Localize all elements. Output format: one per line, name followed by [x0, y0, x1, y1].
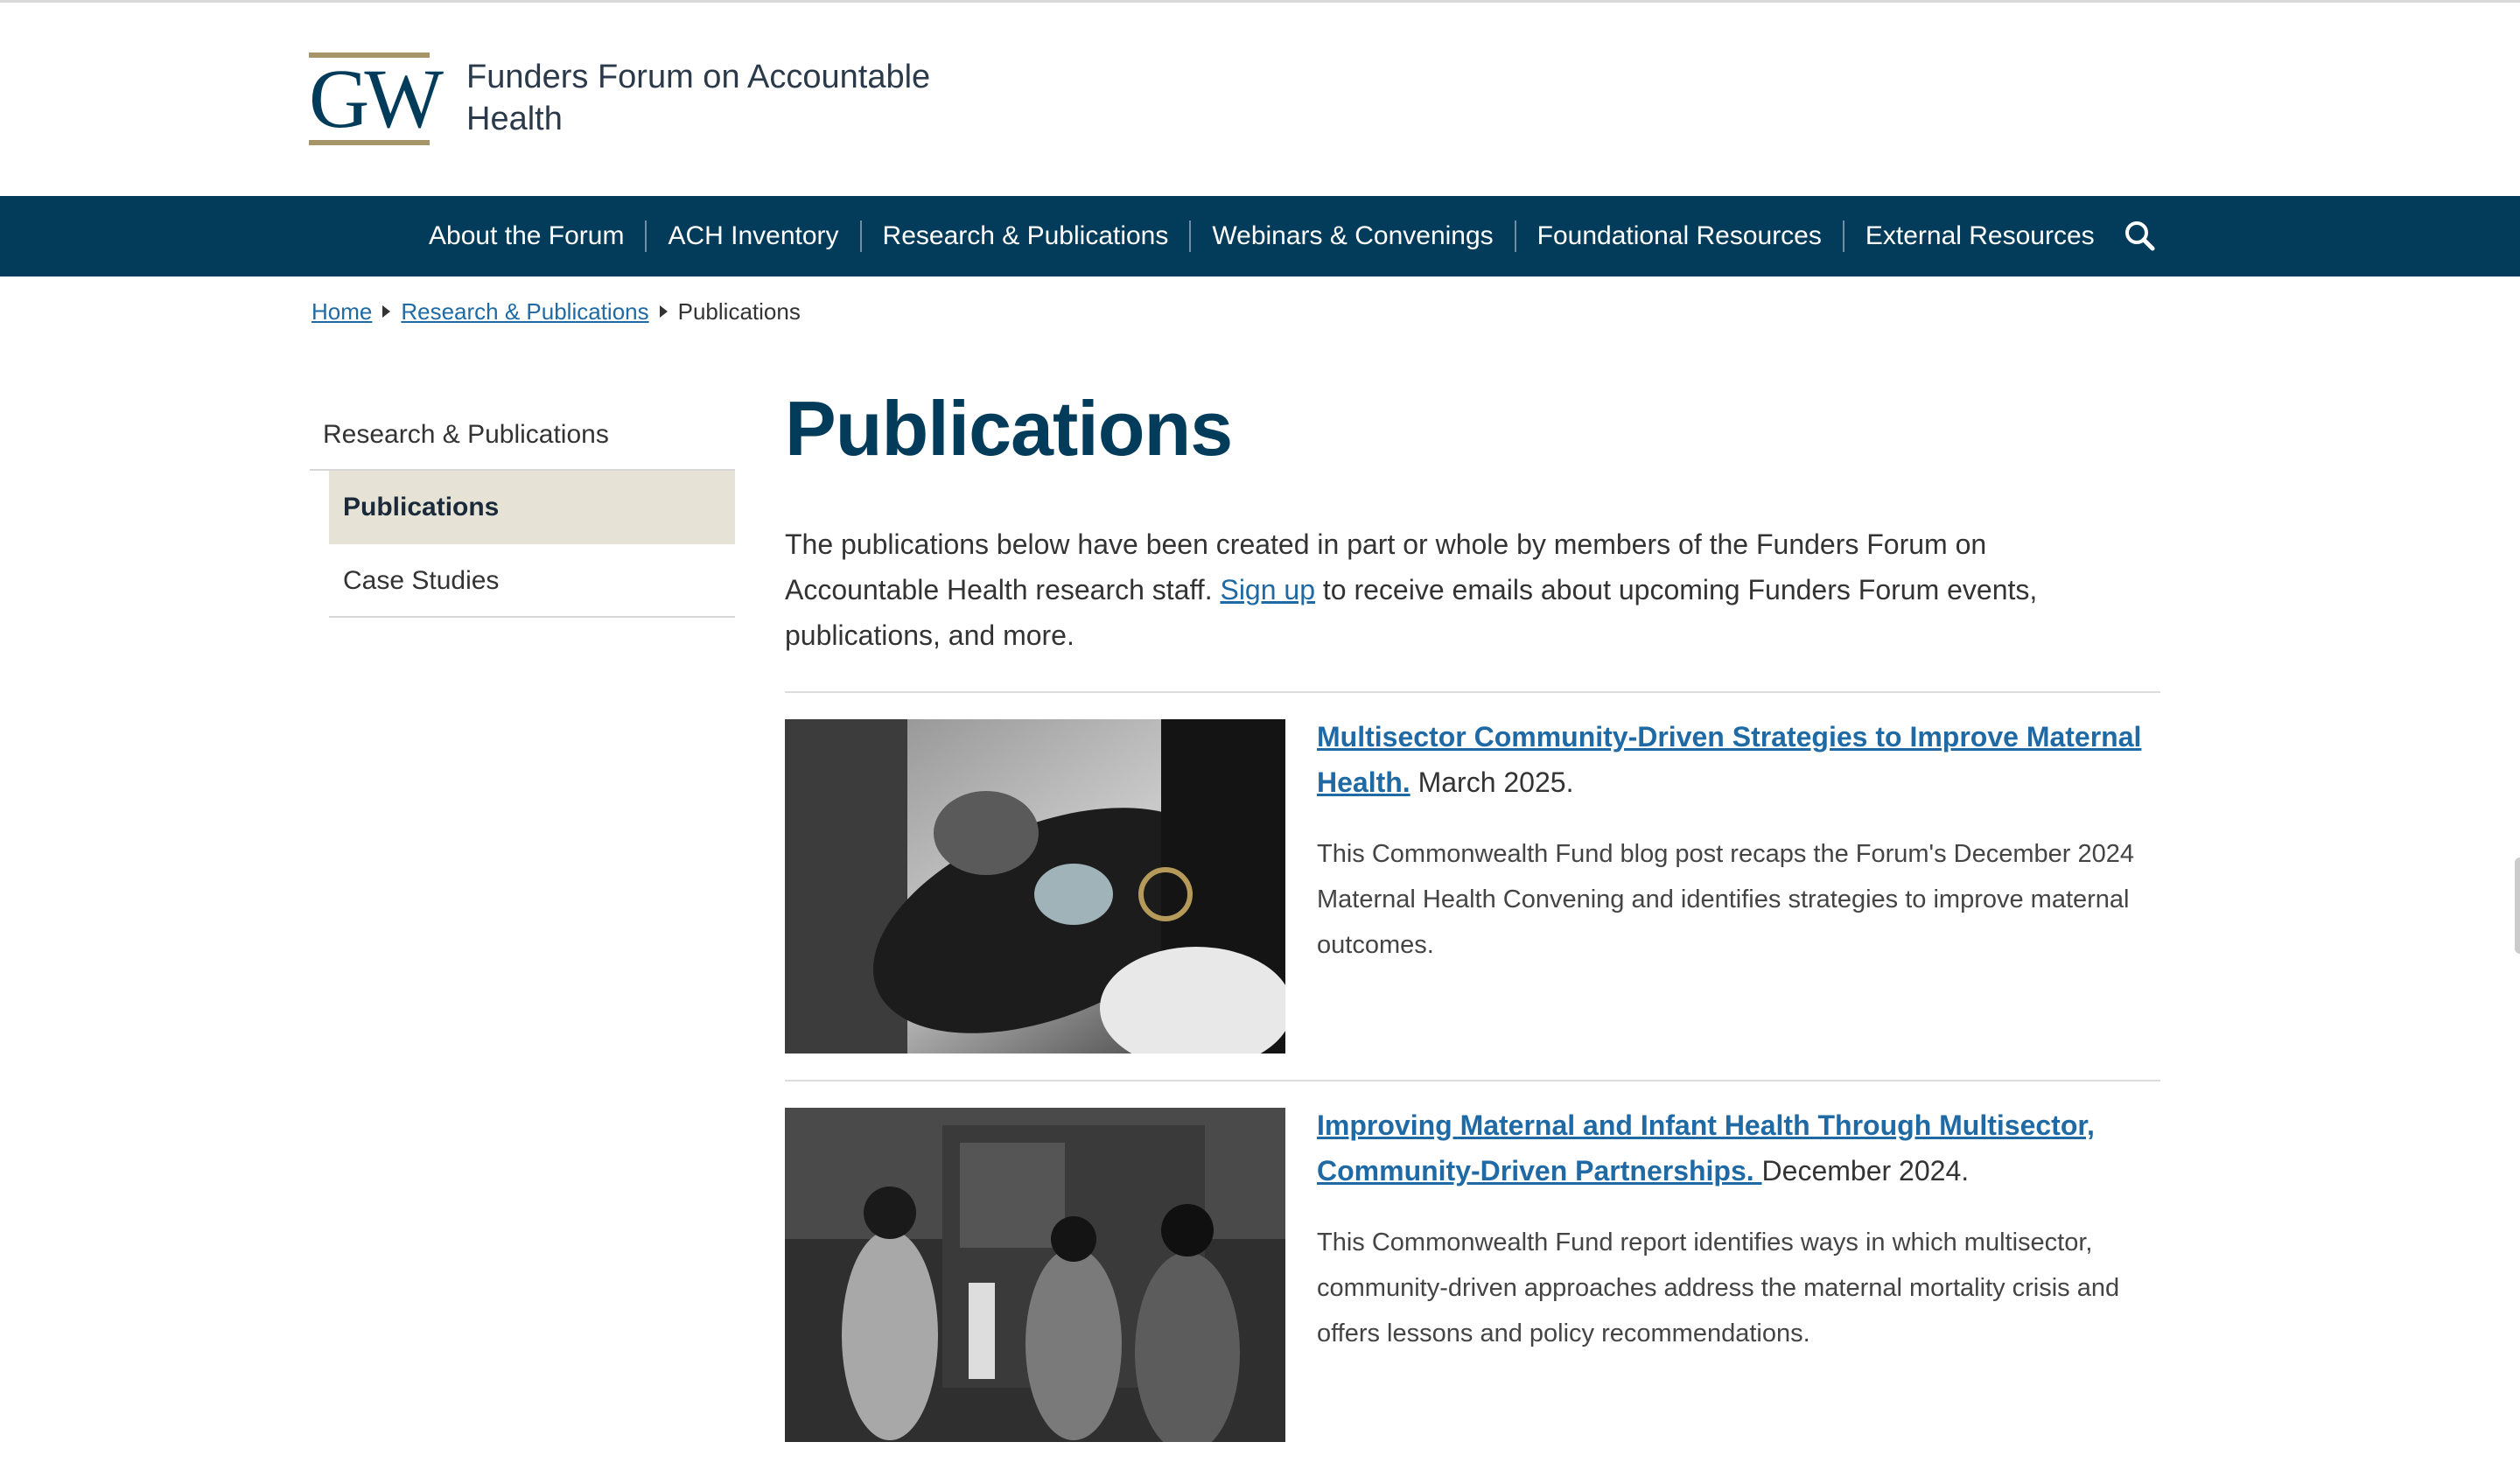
sign-up-link[interactable]: Sign up — [1220, 574, 1315, 606]
logo-bar-bottom — [309, 140, 430, 145]
publication-description: This Commonwealth Fund blog post recaps … — [1317, 840, 2134, 959]
nav-item-about[interactable]: About the Forum — [408, 220, 648, 252]
nav-items: About the Forum ACH Inventory Research &… — [408, 196, 2116, 276]
publication-date: December 2024. — [1761, 1155, 1970, 1186]
publication-date: March 2025. — [1418, 766, 1574, 798]
sidebar-nav: Research & Publications Publications Cas… — [310, 399, 735, 618]
nav-item-foundational-resources[interactable]: Foundational Resources — [1516, 220, 1844, 252]
publication-image[interactable] — [785, 719, 1285, 1054]
sidebar-item-publications[interactable]: Publications — [329, 471, 735, 544]
intro-paragraph: The publications below have been created… — [785, 522, 2132, 658]
page-title: Publications — [785, 385, 1233, 472]
publication-heading: Improving Maternal and Infant Health Thr… — [1317, 1102, 2157, 1194]
publication-title-link[interactable]: Improving Maternal and Infant Health Thr… — [1317, 1110, 2095, 1186]
publication-heading: Multisector Community-Driven Strategies … — [1317, 714, 2157, 805]
breadcrumb-home[interactable]: Home — [312, 298, 372, 326]
nav-item-webinars[interactable]: Webinars & Convenings — [1191, 220, 1516, 252]
site-title[interactable]: Funders Forum on Accountable Health — [466, 56, 991, 140]
sidebar-item-case-studies[interactable]: Case Studies — [329, 544, 735, 618]
publication-text: Multisector Community-Driven Strategies … — [1317, 714, 2157, 968]
scroll-handle[interactable] — [2515, 858, 2520, 954]
breadcrumb-separator-icon — [382, 305, 391, 318]
gw-logo[interactable]: GW — [309, 52, 444, 145]
publication-item: Improving Maternal and Infant Health Thr… — [785, 1082, 2160, 1470]
breadcrumb: Home Research & Publications Publication… — [312, 294, 801, 329]
main-nav: About the Forum ACH Inventory Research &… — [0, 196, 2520, 276]
publication-description: This Commonwealth Fund report identifies… — [1317, 1228, 2120, 1348]
breadcrumb-current: Publications — [677, 298, 801, 325]
sidebar-parent-research-publications[interactable]: Research & Publications — [310, 399, 735, 471]
nav-item-external-resources[interactable]: External Resources — [1844, 220, 2116, 252]
breadcrumb-research-publications[interactable]: Research & Publications — [401, 298, 648, 326]
publication-text: Improving Maternal and Infant Health Thr… — [1317, 1102, 2157, 1356]
publication-item: Multisector Community-Driven Strategies … — [785, 693, 2160, 1082]
site-header: GW Funders Forum on Accountable Health — [0, 0, 2520, 196]
nav-item-research-publications[interactable]: Research & Publications — [862, 220, 1192, 252]
logo-text: GW — [309, 52, 444, 145]
nav-item-ach-inventory[interactable]: ACH Inventory — [647, 220, 862, 252]
main-content: Publications The publications below have… — [785, 376, 2160, 1470]
publication-image[interactable] — [785, 1108, 1285, 1442]
breadcrumb-separator-icon — [659, 305, 668, 318]
search-icon[interactable] — [2121, 217, 2160, 256]
